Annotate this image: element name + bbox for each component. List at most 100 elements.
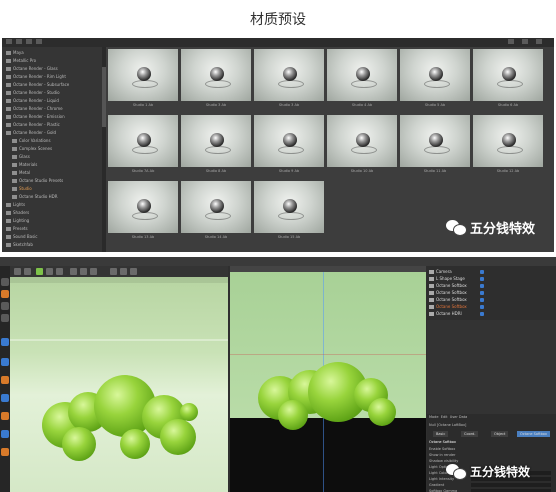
render-icon[interactable] (70, 268, 77, 275)
ring-shape (424, 80, 450, 88)
material-thumbnail[interactable]: Studio 13 Ab (108, 181, 178, 241)
tree-item[interactable]: Sound Basic (2, 233, 106, 241)
object-manager[interactable]: Camera L Shape Stage Octane Softbox Octane … (427, 266, 556, 320)
tree-item[interactable]: Metal (2, 169, 112, 177)
workplane-icon[interactable] (1, 376, 9, 384)
watermark: 五分钱特效 (446, 462, 530, 480)
tab-object[interactable]: Object (491, 431, 509, 437)
tree-item[interactable]: Octane Studio HDR (2, 193, 112, 201)
tree-item-label: Maya (13, 50, 24, 55)
tree-item[interactable]: Maya (2, 49, 106, 57)
edges-mode-icon[interactable] (1, 302, 9, 310)
visibility-toggle[interactable] (480, 312, 484, 316)
attr-menu[interactable]: Mode Edit User Data (429, 414, 467, 421)
tab-octane-softbox[interactable]: Octane Softbox (517, 431, 550, 437)
green-sphere (62, 427, 96, 461)
tree-item[interactable]: Octane Render - Emission (2, 113, 106, 121)
folder-icon (6, 107, 11, 111)
material-thumbnail[interactable]: Studio 4 Ab (327, 49, 397, 109)
material-thumbnail[interactable]: Studio 14 Ab (181, 181, 251, 241)
tree-item[interactable]: Octane Render - Rim Light (2, 73, 106, 81)
tab-coord[interactable]: Coord. (461, 431, 479, 437)
visibility-toggle[interactable] (480, 284, 484, 288)
tree-item[interactable]: Materials (2, 161, 112, 169)
material-thumbnail[interactable]: Studio 9 Ab (254, 115, 324, 175)
chrome-sphere (210, 67, 224, 81)
subdivision-icon[interactable] (130, 268, 137, 275)
rotate-tool-icon[interactable] (56, 268, 63, 275)
visibility-toggle[interactable] (480, 291, 484, 295)
attribute-row[interactable]: Softbox Gamma (429, 488, 457, 492)
tree-item[interactable]: Octane Render - Glass (2, 65, 106, 73)
visibility-toggle[interactable] (480, 270, 484, 274)
tree-item[interactable]: Color Variations (2, 137, 112, 145)
undo-icon[interactable] (14, 268, 21, 275)
attribute-manager[interactable]: Mode Edit User Data Null [Octane LoftBox… (427, 414, 556, 492)
cube-icon[interactable] (110, 268, 117, 275)
material-thumbnail[interactable]: Studio 1 Ab (108, 49, 178, 109)
tree-item[interactable]: Presets (2, 225, 106, 233)
grid-icon[interactable] (1, 412, 9, 420)
move-tool-icon[interactable] (36, 268, 43, 275)
tree-item[interactable]: Octane Studio Presets (2, 177, 112, 185)
render-settings-icon[interactable] (90, 268, 97, 275)
thumbnail-caption: Studio 5 Ab (424, 103, 446, 107)
tree-item[interactable]: Octane Render - Studio (2, 89, 106, 97)
material-thumbnail[interactable]: Studio 15 Ab (254, 181, 324, 241)
preset-tree[interactable]: Maya Metallic Pro Octane Render - Glass Oct… (2, 47, 106, 252)
axis-icon[interactable] (1, 338, 9, 346)
material-thumbnail[interactable]: Studio 6 Ab (473, 49, 543, 109)
render-view-icon[interactable] (80, 268, 87, 275)
material-thumbnail[interactable]: Studio 7A Ab (108, 115, 178, 175)
material-thumbnail[interactable]: Studio 5 Ab (400, 49, 470, 109)
tree-item[interactable]: Complex Scenes (2, 145, 112, 153)
tree-item-label: Lights (13, 202, 26, 207)
material-thumbnail[interactable]: Studio 12 Ab (473, 115, 543, 175)
material-thumbnail[interactable]: Studio 3 Ab (254, 49, 324, 109)
tree-item[interactable]: Octane Render - Subsurface (2, 81, 106, 89)
chrome-sphere (356, 67, 370, 81)
tree-item[interactable]: Glass (2, 153, 112, 161)
tree-item[interactable]: Metallic Pro (2, 57, 106, 65)
mode-icon[interactable] (1, 278, 9, 286)
material-thumbnail[interactable]: Studio 11 Ab (400, 115, 470, 175)
redo-icon[interactable] (24, 268, 31, 275)
tree-item[interactable]: Studio (2, 185, 112, 193)
tree-item[interactable]: Lights (2, 201, 106, 209)
tree-item[interactable]: Octane Render - Gold (2, 129, 106, 137)
visibility-toggle[interactable] (480, 298, 484, 302)
material-thumbnail[interactable]: Studio 8 Ab (181, 115, 251, 175)
visibility-toggle[interactable] (480, 277, 484, 281)
material-thumbnail[interactable]: Studio 3 Ab (181, 49, 251, 109)
polygons-mode-icon[interactable] (1, 314, 9, 322)
tree-item[interactable]: Octane Render - Liquid (2, 97, 106, 105)
attribute-value-field[interactable] (471, 483, 551, 487)
tree-scrollbar[interactable] (102, 47, 106, 252)
snap-icon[interactable] (1, 358, 9, 366)
render-viewport[interactable] (10, 277, 228, 492)
chrome-sphere (137, 199, 151, 213)
visibility-toggle[interactable] (480, 305, 484, 309)
app-toolbar (10, 266, 228, 277)
scale-tool-icon[interactable] (46, 268, 53, 275)
material-thumbnail[interactable]: Studio 10 Ab (327, 115, 397, 175)
tree-item[interactable]: Lighting (2, 217, 106, 225)
tab-basic[interactable]: Basic (433, 431, 449, 437)
editor-viewport[interactable] (230, 266, 426, 492)
points-mode-icon[interactable] (1, 290, 9, 298)
lock-icon[interactable] (1, 394, 9, 402)
chrome-sphere (283, 199, 297, 213)
folder-icon (6, 227, 11, 231)
pen-icon[interactable] (120, 268, 127, 275)
tree-item[interactable]: Octane Render - Chrome (2, 105, 106, 113)
thumbnail-preview (254, 115, 324, 167)
texture-icon[interactable] (1, 430, 9, 438)
object-item[interactable]: Octane HDRI (429, 310, 462, 318)
tree-item[interactable]: Octane Render - Plastic (2, 121, 106, 129)
tree-item[interactable]: Shaders (2, 209, 106, 217)
tree-item-label: Octane Studio HDR (19, 194, 58, 199)
sculpt-icon[interactable] (1, 448, 9, 456)
ring-shape (278, 212, 304, 220)
tree-item[interactable]: Sketchfab (2, 241, 106, 249)
folder-icon (6, 67, 11, 71)
